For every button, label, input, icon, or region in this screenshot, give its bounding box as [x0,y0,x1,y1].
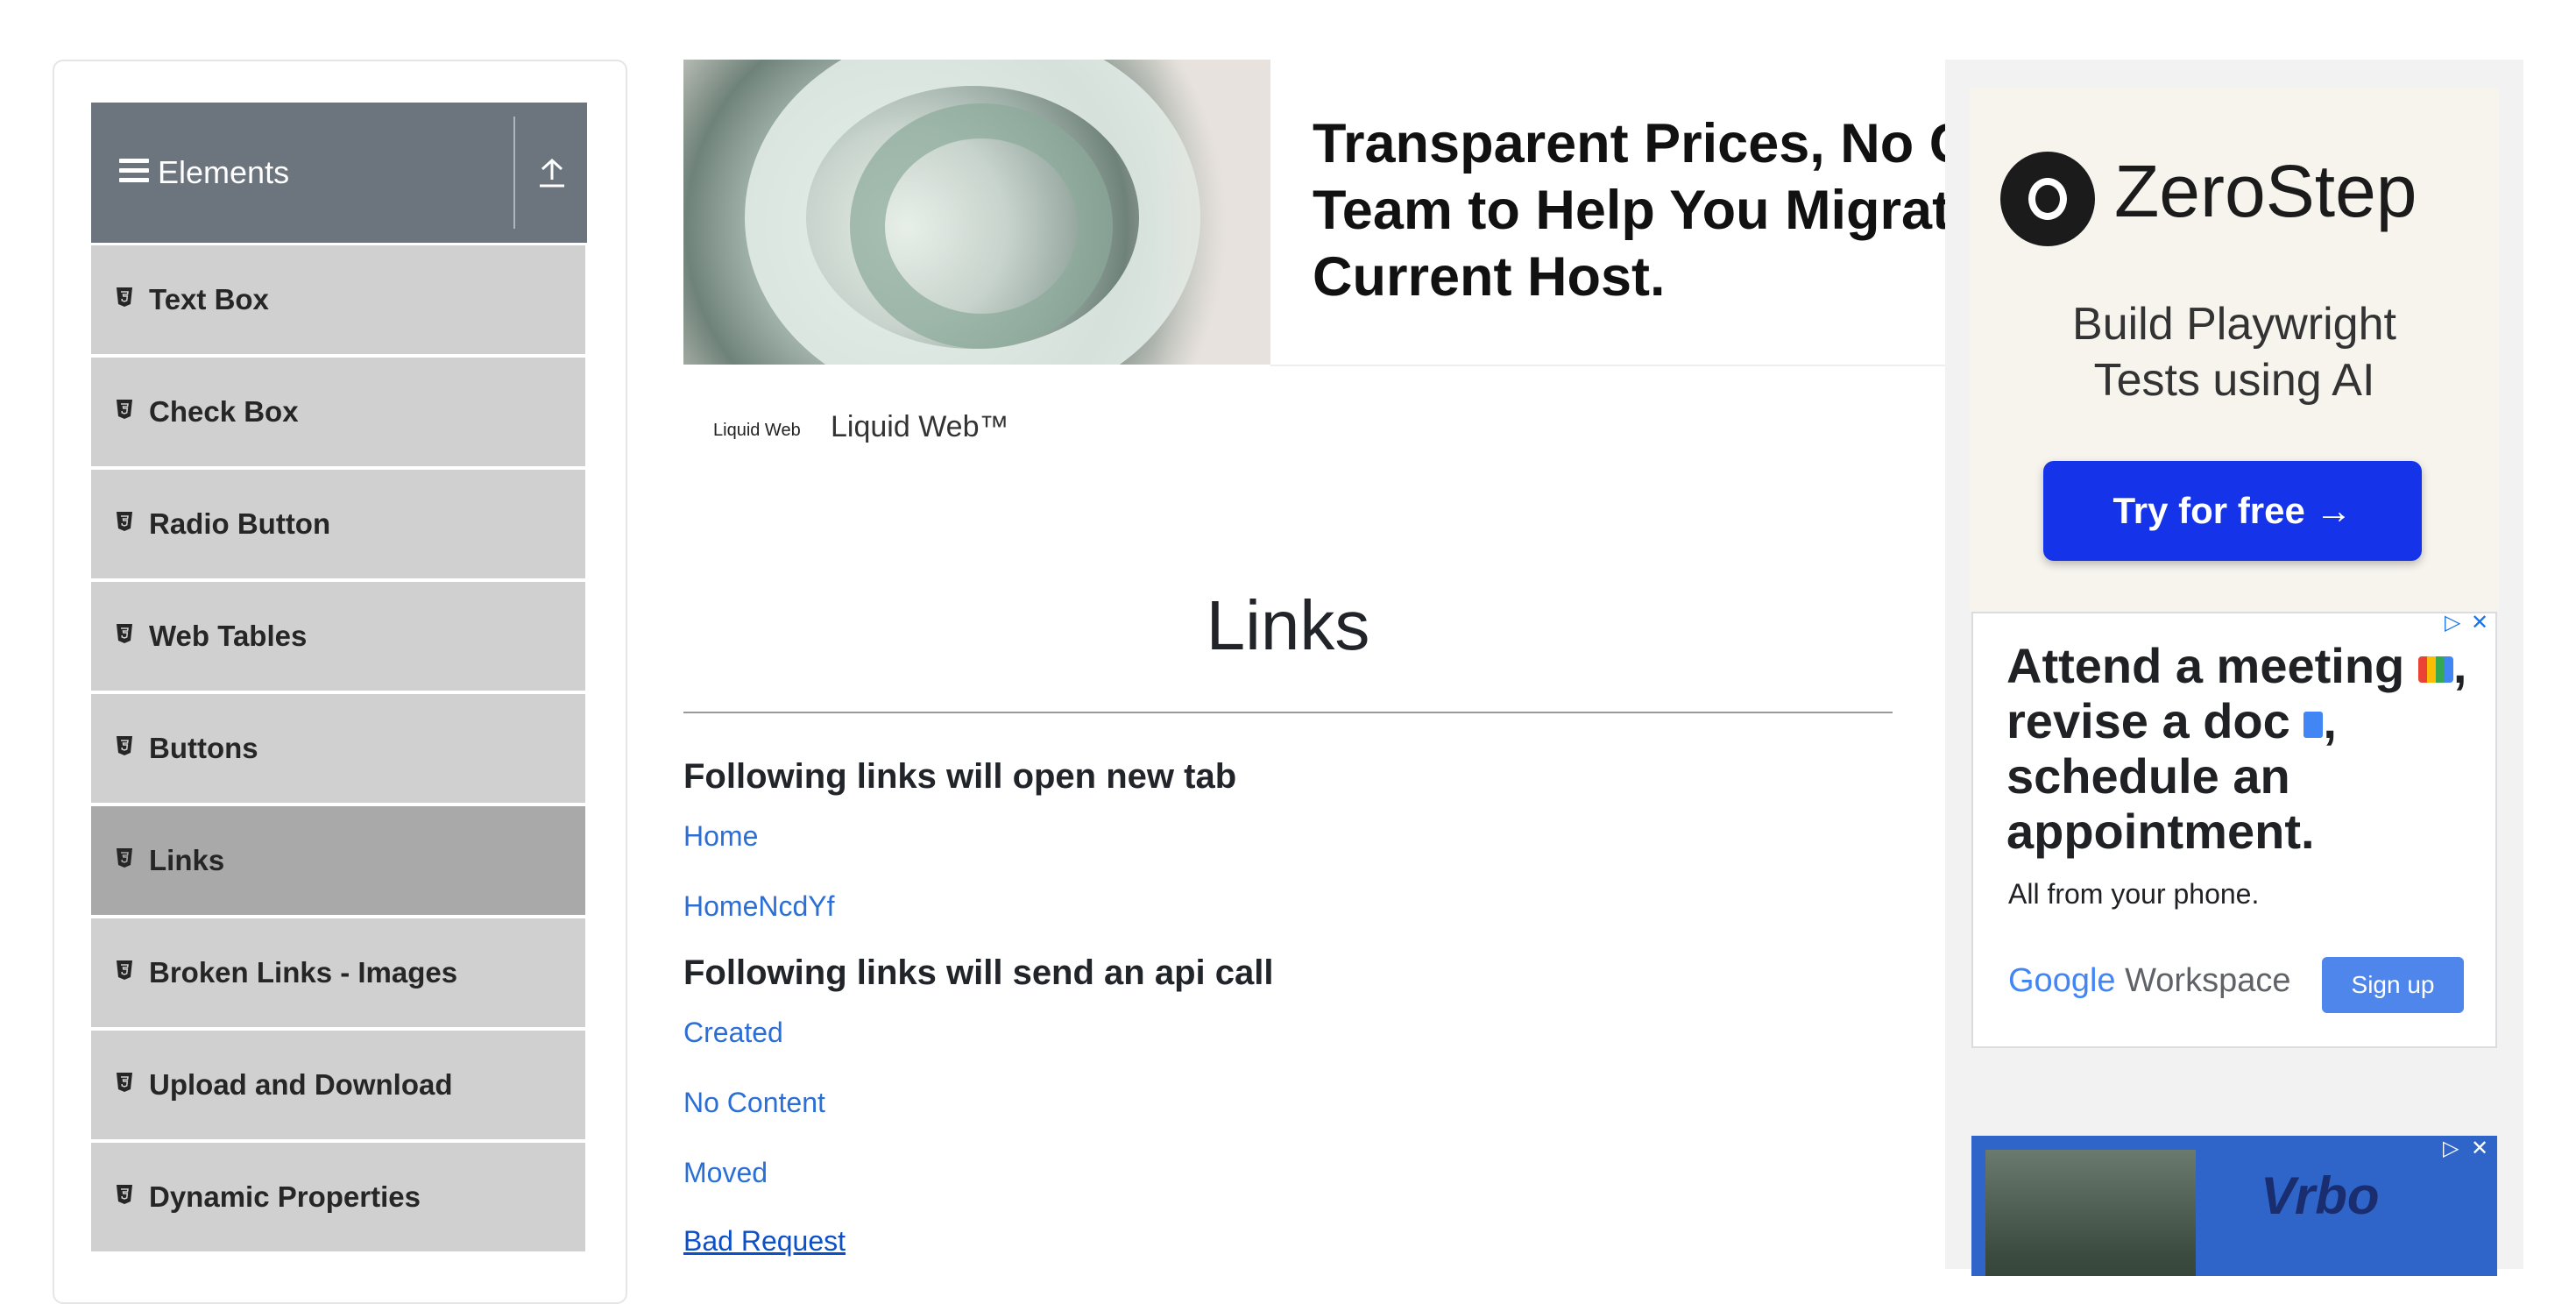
adchoices-icon[interactable]: ▷ [2443,1136,2459,1161]
link-moved[interactable]: Moved [683,1157,768,1189]
html5-icon [117,512,132,531]
zerostep-name: ZeroStep [2114,150,2417,232]
sidebar-item-web-tables[interactable]: Web Tables [91,582,585,691]
workspace-subline: All from your phone. [2008,878,2260,910]
sidebar-item-label: Buttons [149,732,258,764]
title-divider [683,712,1893,713]
close-icon[interactable]: ✕ [2471,1136,2488,1161]
try-for-free-button[interactable]: Try for free → [2043,461,2422,561]
sign-up-button[interactable]: Sign up [2322,957,2464,1013]
zerostep-ad[interactable]: ZeroStep Build Playwright Tests using AI… [1970,88,2499,612]
upload-arrow-icon [540,158,564,188]
group-title: Elements [158,154,290,190]
elements-group-header[interactable]: Elements [91,103,587,243]
hamburger-icon [119,159,149,188]
zerostep-subtitle: Build Playwright Tests using AI [2072,299,2396,406]
collapse-button[interactable] [515,103,587,243]
html5-icon [117,1073,132,1092]
section-heading-new-tab: Following links will open new tab [683,757,1237,796]
html5-icon [117,960,132,980]
sidebar-item-label: Upload and Download [149,1068,453,1101]
sidebar-item-buttons[interactable]: Buttons [91,694,585,803]
sidebar-item-label: Text Box [149,283,269,315]
sidebar-item-label: Links [149,844,225,876]
vrbo-ad[interactable]: ▷ ✕ Vrbo [1971,1136,2497,1276]
link-created[interactable]: Created [683,1017,783,1049]
html5-icon [117,848,132,868]
vrbo-photo [1985,1150,2196,1276]
section-heading-api-call: Following links will send an api call [683,953,1274,992]
sidebar-item-label: Dynamic Properties [149,1180,421,1213]
ad-separator [1270,365,1945,366]
workspace-headline: Attend a meeting , revise a doc , schedu… [2006,638,2467,859]
vrbo-logo: Vrbo [2261,1166,2380,1225]
link-no-content[interactable]: No Content [683,1087,825,1119]
ad-brand-name[interactable]: Liquid Web™ [831,410,1009,444]
sidebar-item-broken-links-images[interactable]: Broken Links - Images [91,918,585,1027]
link-home[interactable]: Home [683,820,758,853]
link-bad-request[interactable]: Bad Request [683,1225,846,1258]
google-workspace-ad[interactable]: ▷ ✕ Attend a meeting , revise a doc , sc… [1971,610,2497,1048]
sidebar-item-check-box[interactable]: Check Box [91,358,585,466]
html5-icon [117,624,132,643]
zerostep-logo-icon [2000,152,2095,246]
ad-brand-logo[interactable]: Liquid Web [713,421,801,441]
sidebar-item-label: Check Box [149,395,299,428]
html5-icon [117,287,132,307]
close-icon[interactable]: ✕ [2471,610,2488,635]
html5-icon [117,736,132,755]
sidebar-item-text-box[interactable]: Text Box [91,245,585,354]
html5-icon [117,1185,132,1204]
adchoices-icon[interactable]: ▷ [2445,610,2460,635]
liquid-web-ad[interactable]: Transparent Prices, No Co Team to Help Y… [683,60,2003,366]
ad-image [683,60,1270,365]
sidebar-item-label: Web Tables [149,620,308,652]
sidebar-item-radio-button[interactable]: Radio Button [91,470,585,578]
sidebar-item-links[interactable]: Links [91,806,585,915]
sidebar-item-dynamic-properties[interactable]: Dynamic Properties [91,1143,585,1251]
google-workspace-logo: Google Workspace [2008,962,2291,999]
sidebar-item-label: Broken Links - Images [149,956,458,989]
page-title: Links [1206,586,1370,664]
meet-icon [2417,656,2453,684]
sidebar-item-upload-and-download[interactable]: Upload and Download [91,1031,585,1139]
html5-icon [117,400,132,419]
ad-headline[interactable]: Transparent Prices, No Co Team to Help Y… [1313,110,2003,310]
docs-icon [2304,712,2324,739]
sidebar-item-label: Radio Button [149,507,331,540]
link-home-dynamic[interactable]: HomeNcdYf [683,890,835,923]
